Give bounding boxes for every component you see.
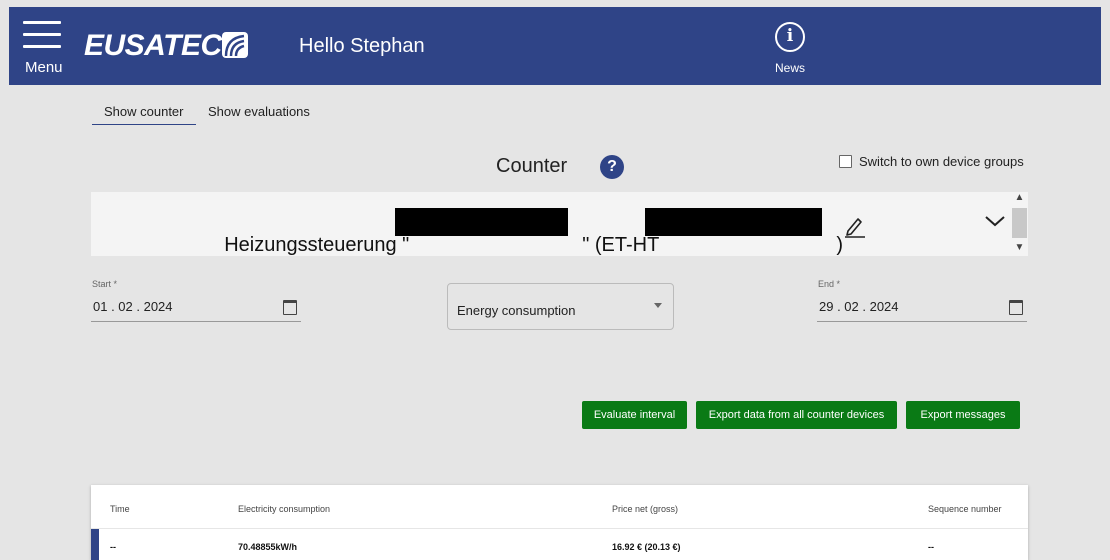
scroll-up-icon[interactable]: ▲: [1011, 192, 1028, 206]
brand-logo-icon: [222, 32, 248, 58]
device-name-suffix: ): [836, 234, 843, 256]
end-date-field[interactable]: 29 . 02 . 2024: [817, 299, 1027, 322]
column-header-price[interactable]: Price net (gross): [612, 504, 678, 514]
news-label: News: [774, 61, 805, 75]
device-scrollbar[interactable]: ▲ ▼: [1011, 192, 1028, 256]
column-header-consumption[interactable]: Electricity consumption: [238, 504, 330, 514]
end-date-value: 29 . 02 . 2024: [819, 299, 899, 314]
greeting-text: Hello Stephan: [299, 35, 425, 57]
page-title: Counter: [496, 155, 568, 177]
menu-label[interactable]: Menu: [25, 59, 63, 76]
tab-show-counter[interactable]: Show counter: [92, 104, 196, 125]
hamburger-icon-bar: [23, 45, 61, 48]
table-divider: [91, 528, 1028, 529]
switch-checkbox[interactable]: [839, 155, 852, 168]
hamburger-icon: [23, 21, 61, 24]
chevron-down-icon[interactable]: [984, 213, 1006, 229]
switch-label: Switch to own device groups: [859, 154, 1024, 169]
start-date-value: 01 . 02 . 2024: [93, 299, 173, 314]
table-cell-price: 16.92 € (20.13 €): [612, 542, 681, 552]
evaluate-interval-button[interactable]: Evaluate interval: [582, 401, 687, 429]
redacted-block: [395, 208, 568, 236]
help-icon[interactable]: ?: [600, 155, 624, 179]
pencil-icon[interactable]: [844, 214, 866, 238]
consumption-table: Time Electricity consumption Price net (…: [91, 485, 1028, 560]
column-header-time[interactable]: Time: [110, 504, 130, 514]
scroll-thumb[interactable]: [1012, 208, 1027, 238]
end-label: End *: [818, 279, 841, 289]
news-button[interactable]: i News: [769, 22, 811, 75]
device-selector[interactable]: Heizungssteuerung " " (ET-HT) ▲ ▼: [91, 192, 1028, 256]
export-messages-button[interactable]: Export messages: [906, 401, 1020, 429]
mode-select-value: Energy consumption: [457, 303, 576, 318]
brand-logo-text: EUSATEC: [84, 29, 222, 62]
hamburger-icon-bar: [23, 33, 61, 36]
switch-own-device-groups[interactable]: Switch to own device groups: [839, 154, 1024, 169]
tab-show-evaluations[interactable]: Show evaluations: [196, 104, 322, 124]
calendar-icon[interactable]: [283, 300, 297, 315]
column-header-sequence[interactable]: Sequence number: [928, 504, 1002, 514]
dropdown-arrow-icon: [654, 303, 662, 308]
start-label: Start *: [92, 279, 118, 289]
app-header: Menu EUSATEC Hello Stephan i News: [9, 7, 1101, 85]
export-all-devices-button[interactable]: Export data from all counter devices: [696, 401, 897, 429]
calendar-icon[interactable]: [1009, 300, 1023, 315]
table-cell-sequence: --: [928, 542, 934, 552]
mode-select[interactable]: Energy consumption: [447, 283, 674, 330]
info-icon: i: [775, 22, 805, 52]
table-cell-time: --: [110, 542, 116, 552]
scroll-down-icon[interactable]: ▼: [1011, 242, 1028, 256]
device-name-prefix: Heizungssteuerung ": [224, 234, 410, 256]
redacted-block: [645, 208, 822, 236]
table-cell-consumption: 70.48855kW/h: [238, 542, 298, 552]
start-date-field[interactable]: 01 . 02 . 2024: [91, 299, 301, 322]
row-selected-indicator: [91, 529, 99, 560]
device-name-middle: " (ET-HT: [582, 234, 660, 256]
